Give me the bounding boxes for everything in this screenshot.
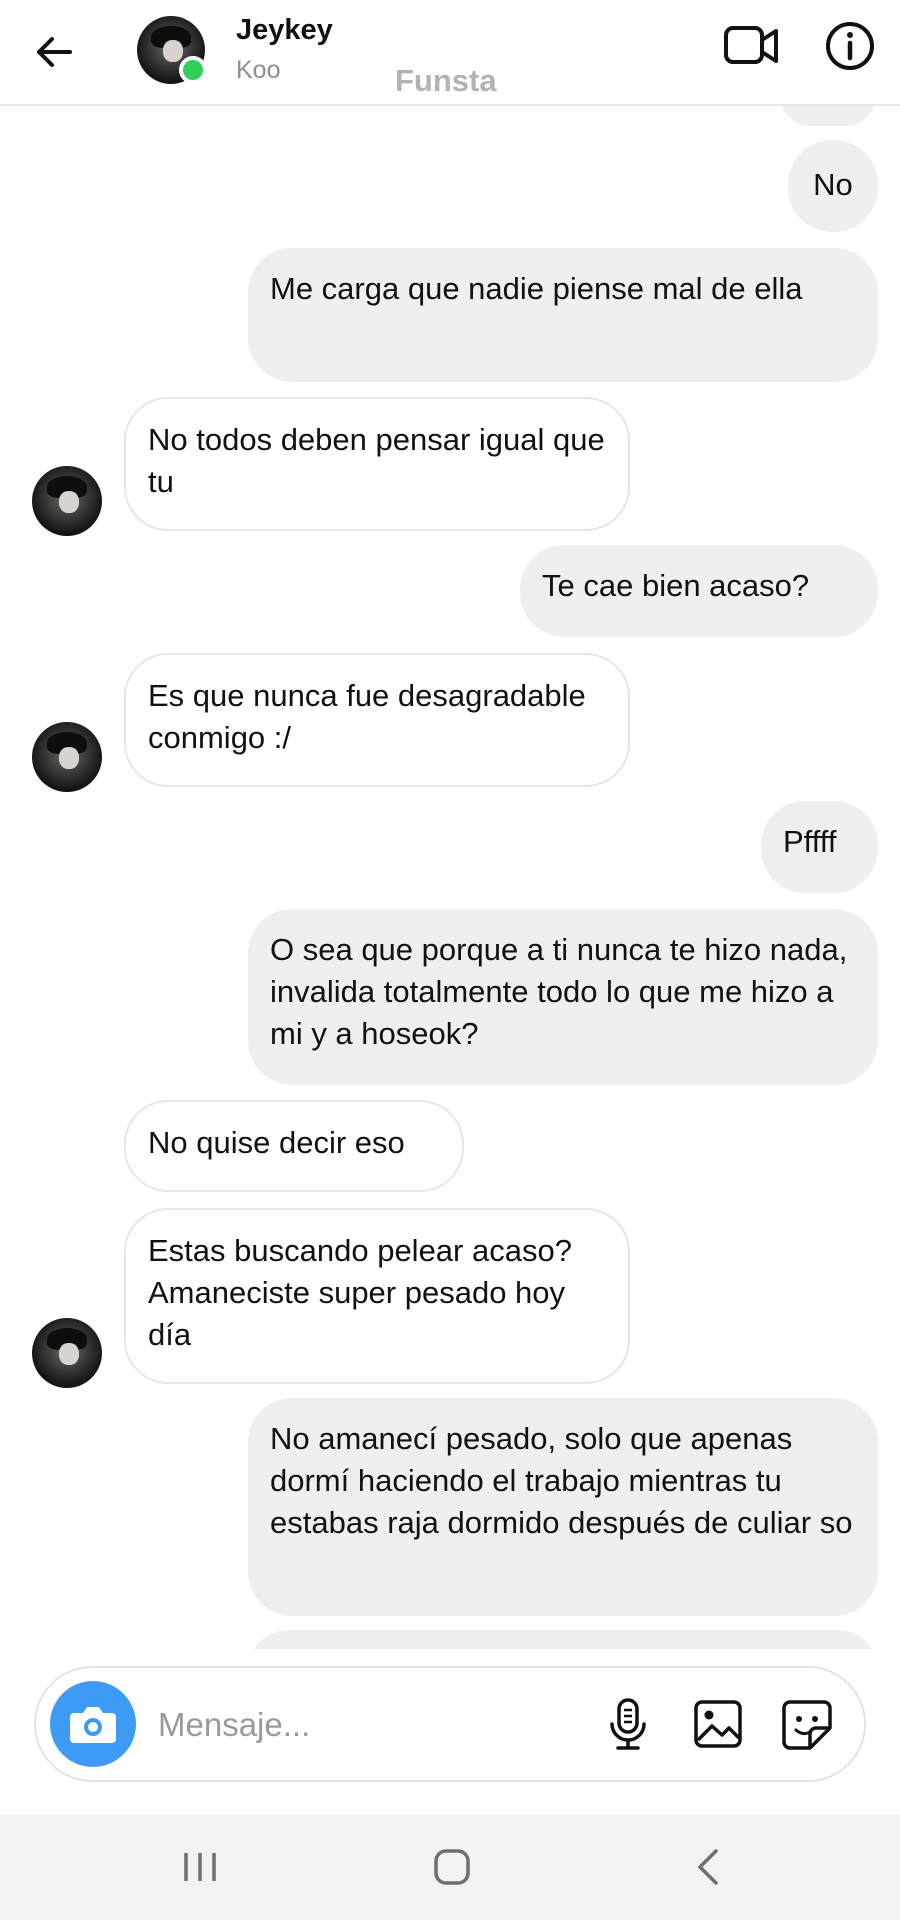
message-bubble-clipped[interactable] xyxy=(248,1630,878,1649)
message-bubble-sent[interactable]: O sea que porque a ti nunca te hizo nada… xyxy=(248,909,878,1085)
message-bubble-clipped[interactable] xyxy=(780,104,876,126)
microphone-icon[interactable] xyxy=(604,1696,652,1752)
contact-username[interactable]: Koo xyxy=(236,56,280,85)
message-bubble-received[interactable]: Estas buscando pelear acaso? Amaneciste … xyxy=(124,1208,630,1384)
contact-name[interactable]: Jeykey xyxy=(236,14,333,47)
message-bubble-sent[interactable]: Pffff xyxy=(761,801,878,893)
message-bubble-sent[interactable]: Te cae bien acaso? xyxy=(520,545,878,637)
sticker-icon[interactable] xyxy=(780,1698,834,1752)
message-bubble-sent[interactable]: No amanecí pesado, solo que apenas dormí… xyxy=(248,1398,878,1616)
home-icon[interactable] xyxy=(430,1845,474,1889)
gallery-icon[interactable] xyxy=(692,1698,744,1750)
message-bubble-received[interactable]: No todos deben pensar igual que tu xyxy=(124,397,630,531)
chat-header: Jeykey Koo Funsta xyxy=(0,0,900,106)
message-bubble-received[interactable]: Es que nunca fue desagradable conmigo :/ xyxy=(124,653,630,787)
sender-avatar[interactable] xyxy=(32,1318,102,1388)
message-thread[interactable]: No Me carga que nadie piense mal de ella… xyxy=(0,104,900,1649)
camera-button[interactable] xyxy=(50,1681,136,1767)
recent-apps-icon[interactable] xyxy=(180,1847,224,1887)
online-status-indicator xyxy=(179,56,207,84)
message-input[interactable] xyxy=(156,1698,490,1752)
message-composer xyxy=(34,1666,866,1782)
back-arrow-icon[interactable] xyxy=(28,26,80,78)
sender-avatar[interactable] xyxy=(32,722,102,792)
nav-back-icon[interactable] xyxy=(690,1845,726,1889)
message-bubble-sent[interactable]: Me carga que nadie piense mal de ella xyxy=(248,248,878,382)
camera-icon xyxy=(70,1707,116,1743)
contact-avatar[interactable] xyxy=(137,16,207,84)
watermark-text: Funsta xyxy=(395,63,497,98)
message-bubble-sent[interactable]: No xyxy=(788,140,878,232)
message-bubble-received[interactable]: No quise decir eso xyxy=(124,1100,464,1192)
system-navigation-bar xyxy=(0,1815,900,1920)
info-icon[interactable] xyxy=(822,18,878,74)
video-call-icon[interactable] xyxy=(722,18,782,74)
sender-avatar[interactable] xyxy=(32,466,102,536)
